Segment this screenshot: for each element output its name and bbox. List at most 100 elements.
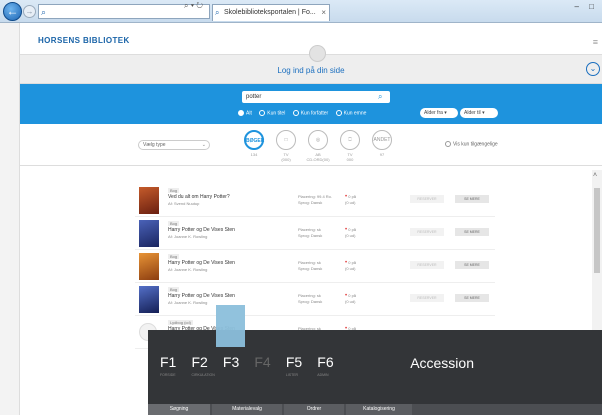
left-gutter bbox=[0, 23, 20, 415]
radio-dot bbox=[292, 110, 299, 116]
book-cover[interactable] bbox=[139, 220, 159, 247]
result-author[interactable]: Af: Joanne K. Rowling bbox=[168, 234, 207, 239]
search-icon: ⌕ bbox=[41, 7, 47, 17]
key-sublabel: FORSIDE bbox=[160, 373, 176, 377]
type-badge: Bog bbox=[168, 287, 180, 292]
language: Sprog: Dansk bbox=[298, 299, 323, 304]
radio-all[interactable]: Alt bbox=[238, 110, 252, 116]
type-badge: Bog bbox=[168, 188, 180, 193]
result-shelf: Placering: sk Sprog: Dansk bbox=[298, 227, 322, 239]
tab-materials[interactable]: Materialevalg bbox=[212, 404, 282, 415]
reserve-button[interactable]: RESERVER bbox=[410, 294, 444, 302]
radio-title[interactable]: Kun titel bbox=[259, 110, 285, 116]
result-availability: • 0 på (0 ud) bbox=[345, 227, 356, 239]
book-cover[interactable] bbox=[139, 253, 159, 280]
book-cover[interactable] bbox=[139, 187, 159, 214]
site-logo[interactable]: HORSENS BIBLIOTEK bbox=[38, 36, 130, 45]
key-f6[interactable]: F6 ADMIN bbox=[317, 354, 342, 377]
reserve-button[interactable]: RESERVER bbox=[410, 195, 444, 203]
reserve-button[interactable]: RESERVER bbox=[410, 228, 444, 236]
list-item[interactable]: Bog Ved du alt om Harry Potter? Af: Sven… bbox=[135, 184, 495, 217]
category-tv[interactable]: □ TV (000) bbox=[272, 130, 300, 162]
search-icon[interactable]: ⌕ bbox=[378, 92, 382, 102]
radio-subject[interactable]: Kun emne bbox=[335, 110, 366, 116]
age-to-select[interactable]: Alder til ▾ bbox=[460, 108, 498, 118]
result-title[interactable]: Harry Potter og De Vises Sten bbox=[168, 227, 235, 233]
availability-count: 0 på bbox=[348, 260, 357, 265]
available-only-label: Vis kun tilgængelige bbox=[453, 141, 498, 148]
category-books[interactable]: BØGER 134 bbox=[240, 130, 268, 157]
login-bar: Log ind på din side ⌄ bbox=[20, 45, 602, 84]
reserve-button[interactable]: RESERVER bbox=[410, 261, 444, 269]
type-select[interactable]: Vælg type ⌄ bbox=[138, 140, 210, 150]
key-f2[interactable]: F2 CIRKULATION bbox=[191, 354, 216, 377]
chevron-down-icon[interactable]: ⌄ bbox=[586, 62, 600, 76]
loaned-count: (0 ud) bbox=[345, 299, 356, 304]
category-film[interactable]: ⎕ TV 000 bbox=[336, 130, 364, 162]
address-tools[interactable]: ⌕ ▾ ↻ bbox=[184, 1, 203, 11]
book-cover[interactable] bbox=[139, 286, 159, 313]
result-author[interactable]: Af: Svend Nuutup bbox=[168, 201, 199, 206]
radio-author[interactable]: Kun forfatter bbox=[292, 110, 329, 117]
accession-window: F1 FORSIDE F2 CIRKULATION F3 F4 F5 LISTER F… bbox=[148, 305, 602, 415]
result-author[interactable]: Af: Joanne K. Rowling bbox=[168, 300, 207, 305]
list-item[interactable]: Bog Harry Potter og De Vises Sten Af: Jo… bbox=[135, 217, 495, 250]
tab-orders[interactable]: Ordrer bbox=[284, 404, 344, 415]
chevron-down-icon: ⌄ bbox=[201, 142, 206, 148]
back-button[interactable]: ← bbox=[3, 2, 22, 21]
result-title[interactable]: Ved du alt om Harry Potter? bbox=[168, 194, 230, 200]
forward-button[interactable]: → bbox=[23, 5, 36, 18]
loaned-count: (0 ud) bbox=[345, 266, 356, 271]
scrollbar[interactable]: ˄ bbox=[592, 170, 602, 330]
radio-dot bbox=[335, 110, 342, 116]
see-more-button[interactable]: SE MERE bbox=[455, 195, 489, 203]
other-icon: ANDET bbox=[372, 130, 392, 150]
type-badge: Lydbog (cd) bbox=[168, 320, 193, 325]
key-f5[interactable]: F5 LISTER bbox=[286, 354, 311, 377]
list-item[interactable]: Bog Harry Potter og De Vises Sten Af: Jo… bbox=[135, 283, 495, 316]
search-input[interactable] bbox=[242, 91, 390, 103]
key-label: F1 bbox=[160, 354, 177, 370]
availability-count: 0 på bbox=[348, 293, 357, 298]
category-count: TV 000 bbox=[346, 152, 354, 162]
menu-icon[interactable]: ≡ bbox=[593, 37, 598, 47]
language: Sprog: Dansk bbox=[298, 266, 323, 271]
see-more-button[interactable]: SE MERE bbox=[455, 261, 489, 269]
scroll-up-icon[interactable]: ˄ bbox=[593, 172, 597, 179]
radio-label: Kun forfatter bbox=[300, 110, 329, 117]
result-availability: • 0 på (0 ud) bbox=[345, 260, 356, 272]
accession-tabs: Søgning Materialevalg Ordrer Katalogiser… bbox=[148, 404, 602, 415]
category-other[interactable]: ANDET 97 bbox=[368, 130, 396, 157]
key-f4[interactable]: F4 bbox=[254, 354, 279, 370]
available-only-toggle[interactable]: Vis kun tilgængelige bbox=[445, 141, 498, 147]
result-title[interactable]: Harry Potter og De Vises Sten bbox=[168, 260, 235, 266]
category-cd[interactable]: ◎ AB CD-ORD(00) bbox=[304, 130, 332, 162]
scroll-thumb[interactable] bbox=[594, 188, 600, 273]
key-label: F6 bbox=[317, 354, 334, 370]
key-f1[interactable]: F1 FORSIDE bbox=[160, 354, 185, 377]
search-scope-options: Alt Kun titel Kun forfatter Kun emne bbox=[238, 110, 418, 116]
language: Sprog: Dansk bbox=[298, 200, 323, 205]
see-more-button[interactable]: SE MERE bbox=[455, 294, 489, 302]
window-controls[interactable]: – □ bbox=[574, 2, 598, 11]
type-badge: Bog bbox=[168, 221, 180, 226]
login-link[interactable]: Log ind på din side bbox=[20, 66, 602, 75]
see-more-button[interactable]: SE MERE bbox=[455, 228, 489, 236]
browser-tab[interactable]: ⌕ Skolebiblioteksportalen | Fo... × bbox=[212, 4, 330, 21]
result-author[interactable]: Af: Joanne K. Rowling bbox=[168, 267, 207, 272]
result-title[interactable]: Harry Potter og De Vises Sten bbox=[168, 293, 235, 299]
list-item[interactable]: Bog Harry Potter og De Vises Sten Af: Jo… bbox=[135, 250, 495, 283]
avatar bbox=[309, 45, 326, 62]
key-sublabel: CIRKULATION bbox=[191, 373, 215, 377]
type-select-label: Vælg type bbox=[143, 142, 166, 148]
result-availability: • 0 på (0 ud) bbox=[345, 293, 356, 305]
age-from-select[interactable]: Alder fra ▾ bbox=[420, 108, 458, 118]
category-count: TV (000) bbox=[281, 152, 291, 162]
tab-cataloguing[interactable]: Katalogisering bbox=[346, 404, 412, 415]
radio-label: Alt bbox=[246, 110, 252, 117]
key-sublabel: LISTER bbox=[285, 373, 299, 377]
tab-search[interactable]: Søgning bbox=[148, 404, 210, 415]
key-f3[interactable]: F3 bbox=[223, 354, 248, 370]
tab-close-icon[interactable]: × bbox=[321, 5, 326, 20]
age-from-label: Alder fra bbox=[424, 110, 443, 116]
